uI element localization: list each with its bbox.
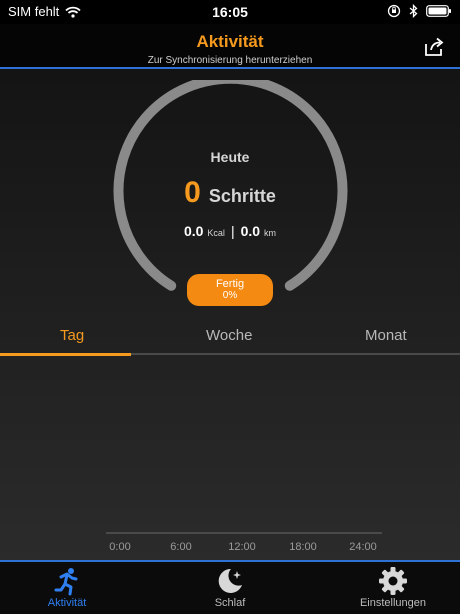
moon-icon (218, 568, 242, 593)
tabbar-item-settings[interactable]: Einstellungen (333, 562, 453, 614)
steps-summary: 0 Schritte (0, 176, 460, 210)
tabbar-item-activity[interactable]: Aktivität (7, 562, 127, 614)
gear-icon (379, 567, 407, 595)
stats-separator: | (230, 223, 235, 239)
tab-week[interactable]: Woche (206, 327, 252, 344)
kcal-unit: Kcal (207, 228, 225, 238)
period-label: Heute (210, 149, 250, 165)
x-tick-6: 6:00 (170, 541, 192, 553)
tabbar-item-sleep[interactable]: Schlaf (170, 562, 290, 614)
steps-unit: Schritte (208, 186, 276, 206)
period-tabs: Tag Woche Monat (0, 323, 460, 353)
goal-progress-value: 0% (222, 290, 238, 301)
share-icon[interactable] (422, 34, 446, 58)
chart-x-axis (106, 532, 382, 534)
status-bar: SIM fehlt 16:05 (0, 0, 460, 24)
stats-summary: 0.0 Kcal | 0.0 km (0, 223, 460, 239)
km-value: 0.0 (240, 223, 261, 239)
x-tick-24: 24:00 (349, 541, 377, 553)
tab-month[interactable]: Monat (365, 327, 407, 344)
page-title: Aktivität (196, 32, 264, 51)
main-content: Heute 0 Schritte 0.0 Kcal | 0.0 km Ferti… (0, 69, 460, 560)
kcal-value: 0.0 (183, 223, 204, 239)
goal-progress-button[interactable]: Fertig 0% (187, 274, 273, 306)
goal-progress-label: Fertig (215, 278, 245, 290)
bluetooth-icon (409, 4, 418, 18)
status-right (387, 4, 452, 18)
steps-value: 0 (184, 176, 201, 209)
nav-header: Aktivität Zur Synchronisierung herunterz… (0, 24, 460, 68)
orientation-lock-icon (387, 4, 401, 18)
bottom-tab-bar: Aktivität Schlaf Einstellungen (0, 562, 460, 614)
tabbar-label-sleep: Schlaf (214, 597, 246, 609)
tabbar-label-activity: Aktivität (47, 597, 87, 609)
tabbar-label-settings: Einstellungen (359, 597, 427, 609)
battery-icon (426, 5, 451, 17)
x-tick-12: 12:00 (228, 541, 256, 553)
x-tick-0: 0:00 (109, 541, 131, 553)
sync-hint: Zur Synchronisierung herunterziehen (147, 55, 313, 66)
tab-day[interactable]: Tag (60, 327, 84, 344)
km-unit: km (264, 228, 277, 238)
running-icon (54, 568, 78, 596)
x-tick-18: 18:00 (289, 541, 317, 553)
tab-active-indicator (0, 353, 131, 356)
